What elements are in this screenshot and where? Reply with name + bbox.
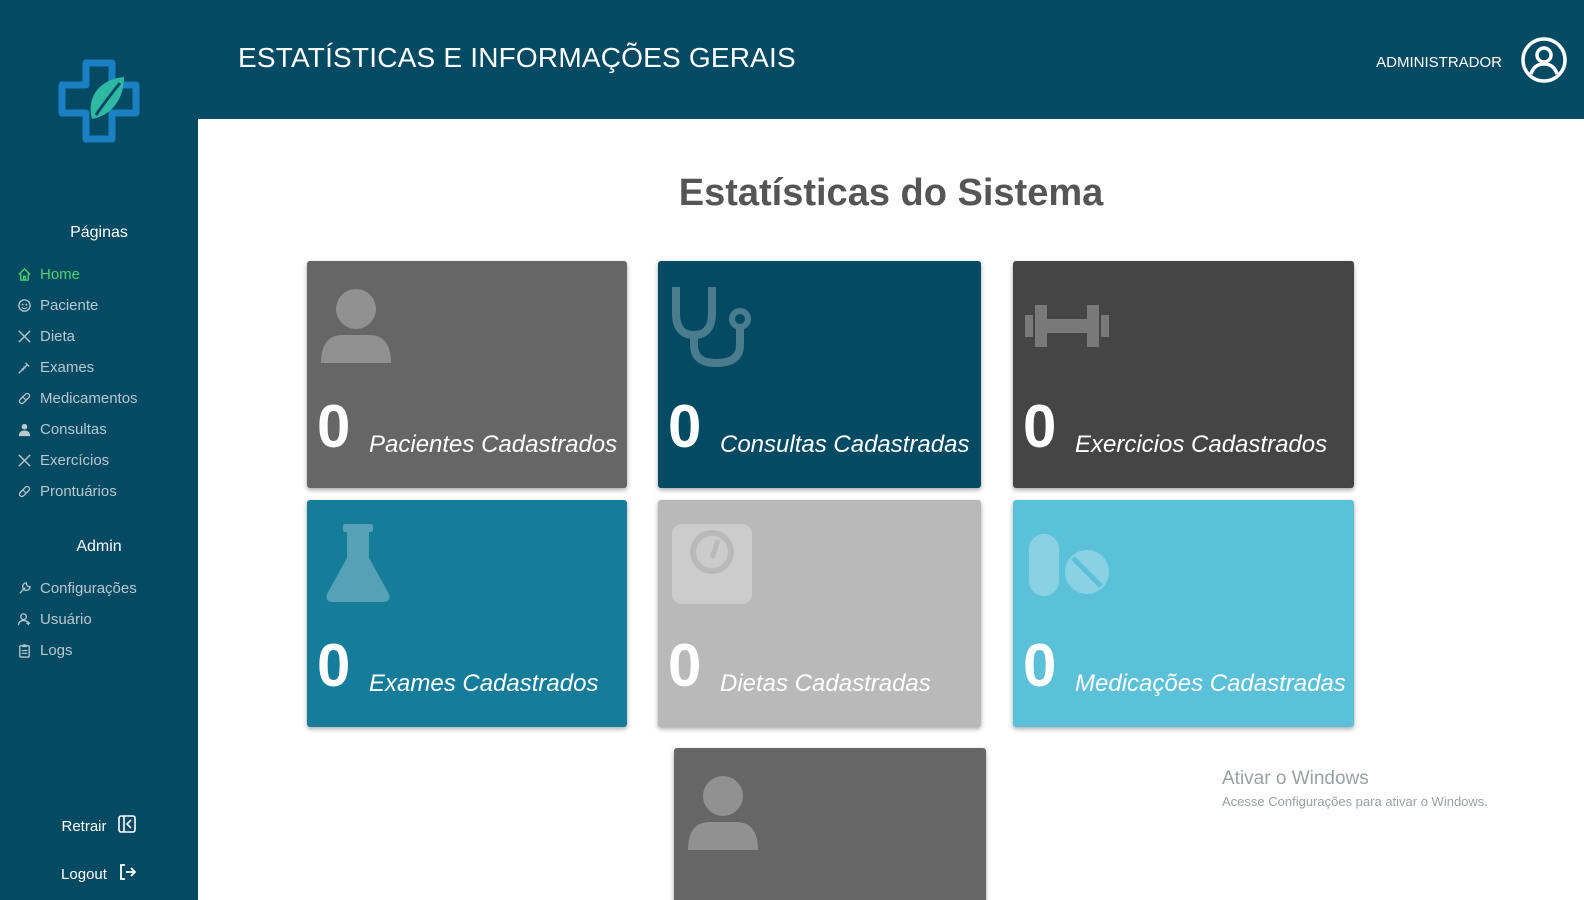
stat-label: Exercicios Cadastrados [1075, 431, 1328, 458]
stat-card-consultas[interactable]: 0 Consultas Cadastradas [658, 261, 981, 488]
pages-section-title: Páginas [70, 224, 128, 241]
sidebar-item-label: Exercícios [40, 452, 110, 469]
sidebar-item-usuario[interactable]: Usuário [16, 604, 137, 635]
logout-button[interactable]: Logout [0, 862, 198, 886]
admin-section-title: Admin [76, 538, 122, 555]
watermark-title: Ativar o Windows [1222, 768, 1369, 789]
admin-nav: Configurações Usuário Logs [16, 573, 137, 666]
stethoscope-icon [670, 283, 756, 369]
patient-icon [16, 298, 32, 314]
doctor-icon [16, 422, 32, 438]
pill-icon [16, 484, 32, 500]
stat-count: 0 [317, 393, 351, 460]
page-title: ESTATÍSTICAS E INFORMAÇÕES GERAIS [238, 42, 796, 73]
sidebar-item-label: Paciente [40, 297, 99, 314]
stat-label: Dietas Cadastradas [720, 670, 931, 697]
stat-card-usuarios[interactable] [674, 748, 986, 900]
sidebar-item-label: Dieta [40, 328, 76, 345]
stat-label: Consultas Cadastradas [720, 431, 970, 458]
retract-button[interactable]: Retrair [0, 814, 198, 838]
stats-heading: Estatísticas do Sistema [678, 172, 1104, 214]
sidebar-item-exames[interactable]: Exames [16, 352, 138, 383]
windows-activation-watermark: Ativar o Windows Acesse Configurações pa… [1222, 768, 1488, 809]
sidebar-item-dieta[interactable]: Dieta [16, 321, 138, 352]
wrench-icon [16, 581, 32, 597]
collapse-icon [117, 814, 137, 838]
dumbbell-icon [1025, 283, 1111, 369]
syringe-icon [16, 360, 32, 376]
sidebar-item-label: Logs [40, 642, 73, 659]
stat-count: 0 [317, 632, 351, 699]
pill-icon [16, 391, 32, 407]
user-circle-icon [1520, 36, 1568, 88]
logo-icon [56, 57, 144, 145]
stat-card-medicacoes[interactable]: 0 Medicações Cadastradas [1013, 500, 1354, 727]
sidebar-item-label: Exames [40, 359, 95, 376]
retract-label: Retrair [61, 817, 107, 835]
sidebar: Páginas Home Paciente Dieta Exames Medic… [0, 0, 198, 900]
sidebar-item-medicamentos[interactable]: Medicamentos [16, 383, 138, 414]
watermark-subtitle: Acesse Configurações para ativar o Windo… [1222, 794, 1488, 809]
logout-icon [117, 862, 137, 886]
stat-count: 0 [1023, 393, 1057, 460]
stat-card-dietas[interactable]: 0 Dietas Cadastradas [658, 500, 981, 727]
cutlery-icon [16, 453, 32, 469]
stat-label: Medicações Cadastradas [1075, 670, 1346, 697]
sidebar-item-configuracoes[interactable]: Configurações [16, 573, 137, 604]
stat-count: 0 [1023, 632, 1057, 699]
stat-label: Exames Cadastrados [369, 670, 599, 697]
logout-label: Logout [61, 865, 107, 883]
pages-nav: Home Paciente Dieta Exames Medicamentos … [16, 259, 138, 507]
scale-icon [670, 522, 756, 608]
clipboard-icon [16, 643, 32, 659]
top-header: ESTATÍSTICAS E INFORMAÇÕES GERAIS ADMINI… [198, 0, 1584, 119]
user-icon [319, 283, 405, 369]
sidebar-item-prontuarios[interactable]: Prontuários [16, 476, 138, 507]
stat-card-exercicios[interactable]: 0 Exercicios Cadastrados [1013, 261, 1354, 488]
flask-icon [319, 522, 405, 608]
sidebar-item-label: Usuário [40, 611, 92, 628]
stat-label: Pacientes Cadastrados [369, 431, 618, 458]
user-icon [16, 612, 32, 628]
home-icon [16, 267, 32, 283]
user-label: ADMINISTRADOR [1376, 53, 1502, 71]
sidebar-item-paciente[interactable]: Paciente [16, 290, 138, 321]
stat-card-exames[interactable]: 0 Exames Cadastrados [307, 500, 627, 727]
sidebar-item-label: Consultas [40, 421, 107, 438]
sidebar-item-home[interactable]: Home [16, 259, 138, 290]
stat-count: 0 [668, 632, 702, 699]
sidebar-item-label: Medicamentos [40, 390, 138, 407]
stat-card-pacientes[interactable]: 0 Pacientes Cadastrados [307, 261, 627, 488]
sidebar-item-label: Configurações [40, 580, 137, 597]
pills-icon [1025, 522, 1111, 608]
sidebar-item-exercicios[interactable]: Exercícios [16, 445, 138, 476]
user-icon [686, 770, 772, 856]
sidebar-item-label: Prontuários [40, 483, 117, 500]
sidebar-item-consultas[interactable]: Consultas [16, 414, 138, 445]
sidebar-item-label: Home [40, 266, 81, 283]
user-menu[interactable]: ADMINISTRADOR [1376, 36, 1568, 88]
sidebar-item-logs[interactable]: Logs [16, 635, 137, 666]
cutlery-icon [16, 329, 32, 345]
stat-count: 0 [668, 393, 702, 460]
